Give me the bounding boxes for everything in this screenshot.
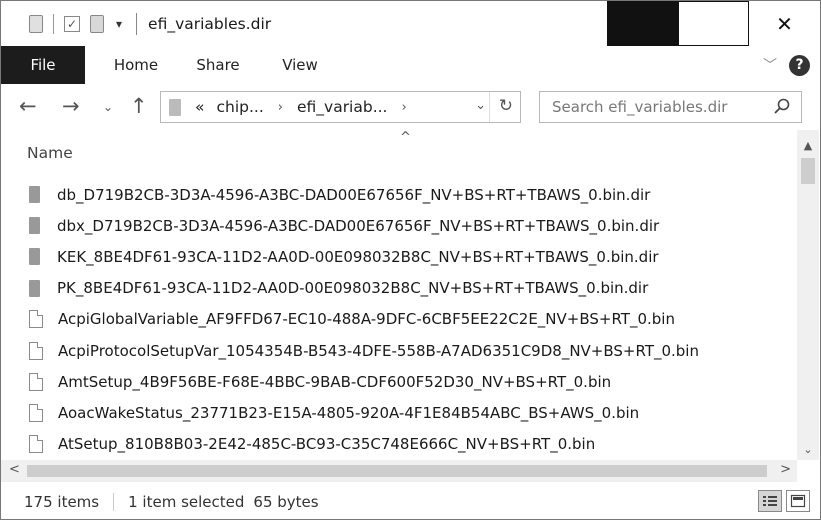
large-icons-view-icon xyxy=(790,494,806,508)
folder-icon xyxy=(29,186,40,204)
ribbon-tabs: File Home Share View ﹀ ? xyxy=(1,46,820,84)
search-box[interactable]: Search efi_variables.dir xyxy=(539,91,802,123)
list-item[interactable]: dbx_D719B2CB-3D3A-4596-A3BC-DAD00E67656F… xyxy=(29,210,795,241)
tab-view[interactable]: View xyxy=(269,56,331,74)
file-list: db_D719B2CB-3D3A-4596-A3BC-DAD00E67656F_… xyxy=(29,179,795,460)
close-button[interactable]: ✕ xyxy=(749,1,820,46)
title-bar: ✓ ▾ efi_variables.dir ✕ xyxy=(1,1,820,46)
divider xyxy=(113,492,115,511)
divider xyxy=(53,13,54,34)
search-icon[interactable] xyxy=(773,97,791,115)
file-name: AmtSetup_4B9F56BE-F68E-4BBC-9BAB-CDF600F… xyxy=(58,372,612,391)
file-icon xyxy=(29,372,43,391)
item-count: 175 items xyxy=(24,492,100,511)
list-item[interactable]: AcpiProtocolSetupVar_1054354B-B543-4DFE-… xyxy=(29,335,795,366)
close-icon: ✕ xyxy=(776,11,793,36)
minimize-icon xyxy=(607,1,678,46)
file-name: db_D719B2CB-3D3A-4596-A3BC-DAD00E67656F_… xyxy=(57,185,651,204)
quick-access-toolbar: ✓ ▾ xyxy=(1,1,122,46)
minimize-button[interactable] xyxy=(607,1,678,46)
back-arrow-icon[interactable]: ← xyxy=(19,94,37,118)
list-item[interactable]: AmtSetup_4B9F56BE-F68E-4BBC-9BAB-CDF600F… xyxy=(29,366,795,397)
maximize-button[interactable] xyxy=(678,1,749,46)
help-icon[interactable]: ? xyxy=(789,54,810,76)
file-icon xyxy=(29,341,43,360)
file-name: AtSetup_810B8B03-2E42-485C-BC93-C35C748E… xyxy=(58,435,596,454)
breadcrumb-chevron-icon[interactable]: › xyxy=(402,100,407,115)
file-name: PK_8BE4DF61-93CA-11D2-AA0D-00E098032B8C_… xyxy=(57,279,649,298)
folder-icon xyxy=(169,98,181,116)
folder-icon xyxy=(29,248,40,266)
divider xyxy=(136,12,138,35)
scrollbar-thumb[interactable] xyxy=(27,465,767,477)
selection-status: 1 item selected xyxy=(128,492,245,511)
file-name: dbx_D719B2CB-3D3A-4596-A3BC-DAD00E67656F… xyxy=(57,216,660,235)
file-icon xyxy=(29,403,43,422)
search-input[interactable]: Search efi_variables.dir xyxy=(552,98,727,116)
column-header-name[interactable]: Name xyxy=(27,144,73,162)
scroll-left-icon[interactable]: < xyxy=(9,462,20,477)
navigation-bar: ← → ⌄ ↑ « chip... › efi_variab... › ⌄ ↻ … xyxy=(1,84,820,130)
list-item[interactable]: KEK_8BE4DF61-93CA-11D2-AA0D-00E098032B8C… xyxy=(29,241,795,272)
tab-file[interactable]: File xyxy=(1,46,85,84)
scrollbar-thumb[interactable] xyxy=(801,158,815,184)
customize-dropdown-icon[interactable]: ▾ xyxy=(116,17,122,31)
breadcrumb-chip[interactable]: chip... xyxy=(216,98,263,116)
list-item[interactable]: db_D719B2CB-3D3A-4596-A3BC-DAD00E67656F_… xyxy=(29,179,795,210)
file-icon xyxy=(29,310,43,329)
scroll-up-icon[interactable]: ▲ xyxy=(797,134,819,156)
properties-checkbox-icon[interactable]: ✓ xyxy=(64,15,80,32)
explorer-window: ✓ ▾ efi_variables.dir ✕ File Home Share … xyxy=(0,0,821,520)
view-toggle xyxy=(758,490,810,512)
breadcrumb-efi-variables[interactable]: efi_variab... xyxy=(297,98,388,116)
refresh-icon[interactable]: ↻ xyxy=(499,96,513,116)
forward-arrow-icon[interactable]: → xyxy=(62,94,80,118)
scroll-right-icon[interactable]: > xyxy=(780,462,791,477)
tab-home[interactable]: Home xyxy=(105,56,167,74)
maximize-icon xyxy=(678,1,749,46)
window-controls: ✕ xyxy=(607,1,820,46)
list-item[interactable]: AcpiGlobalVariable_AF9FFD67-EC10-488A-9D… xyxy=(29,304,795,335)
tab-share[interactable]: Share xyxy=(187,56,249,74)
list-item[interactable]: AoacWakeStatus_23771B23-E15A-4805-920A-4… xyxy=(29,397,795,428)
address-bar[interactable]: « chip... › efi_variab... › ⌄ ↻ xyxy=(160,91,521,123)
details-view-button[interactable] xyxy=(758,490,782,512)
file-name: AcpiGlobalVariable_AF9FFD67-EC10-488A-9D… xyxy=(58,310,675,329)
new-folder-icon[interactable] xyxy=(90,14,104,33)
recent-locations-chevron-icon[interactable]: ⌄ xyxy=(103,100,113,114)
file-name: AoacWakeStatus_23771B23-E15A-4805-920A-4… xyxy=(58,403,640,422)
list-item[interactable]: AtSetup_810B8B03-2E42-485C-BC93-C35C748E… xyxy=(29,429,795,460)
breadcrumb-chevron-icon[interactable]: › xyxy=(278,100,283,115)
file-name: KEK_8BE4DF61-93CA-11D2-AA0D-00E098032B8C… xyxy=(57,247,659,266)
selection-size: 65 bytes xyxy=(253,492,319,511)
large-icons-view-button[interactable] xyxy=(786,490,810,512)
list-item[interactable]: PK_8BE4DF61-93CA-11D2-AA0D-00E098032B8C_… xyxy=(29,273,795,304)
vertical-scrollbar[interactable]: ▲ ⌄ xyxy=(797,130,819,460)
window-title: efi_variables.dir xyxy=(148,14,272,33)
scroll-down-icon[interactable]: ⌄ xyxy=(797,438,819,460)
breadcrumb-overflow[interactable]: « xyxy=(195,98,204,116)
sort-ascending-icon: ^ xyxy=(400,130,411,145)
status-bar: 175 items 1 item selected 65 bytes xyxy=(1,484,820,519)
folder-icon xyxy=(29,217,40,235)
folder-icon xyxy=(29,279,40,297)
file-icon xyxy=(29,435,43,454)
up-arrow-icon[interactable]: ↑ xyxy=(130,94,148,118)
expand-ribbon-icon[interactable]: ﹀ xyxy=(763,55,777,75)
ribbon-right: ﹀ ? xyxy=(763,46,810,84)
divider xyxy=(489,92,490,122)
horizontal-scrollbar[interactable]: < > xyxy=(1,460,797,482)
details-view-icon xyxy=(763,496,777,506)
file-name: AcpiProtocolSetupVar_1054354B-B543-4DFE-… xyxy=(58,341,699,360)
address-dropdown-icon[interactable]: ⌄ xyxy=(475,98,486,113)
folder-icon xyxy=(29,14,43,33)
